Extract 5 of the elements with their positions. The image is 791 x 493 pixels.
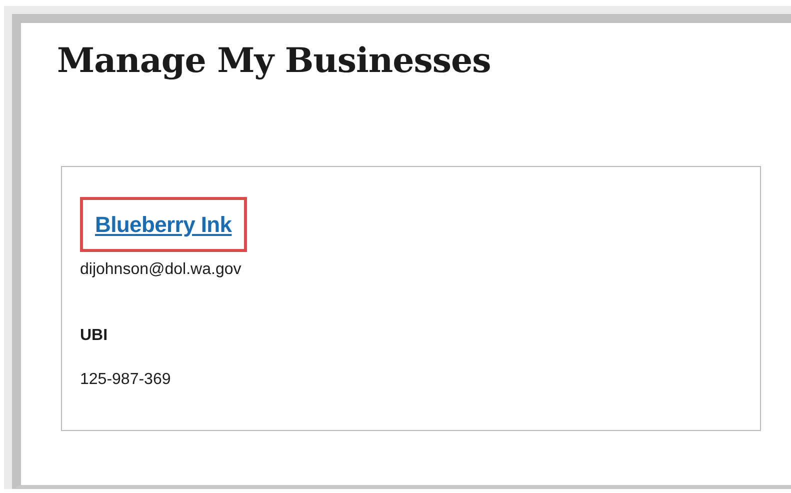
email-text: dijohnson@dol.wa.gov xyxy=(80,260,242,280)
ubi-label: UBI xyxy=(80,326,109,346)
business-link[interactable]: Blueberry Ink xyxy=(95,212,232,237)
ubi-number: 125-987-369 xyxy=(80,370,172,390)
page-title: Manage My Businesses xyxy=(57,41,492,82)
